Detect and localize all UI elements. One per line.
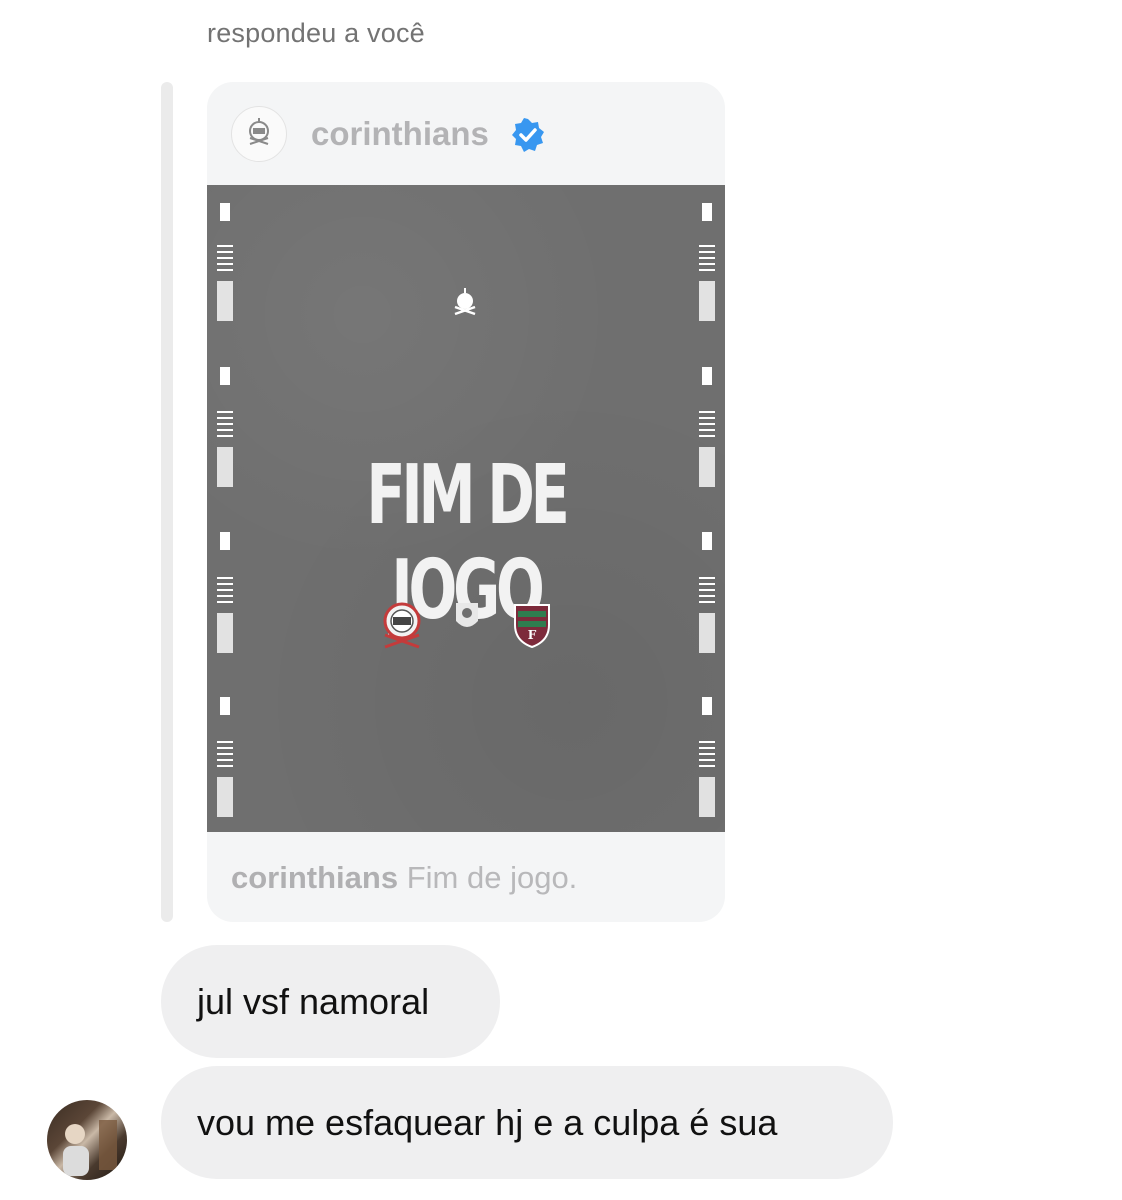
direct-message-thread: respondeu a você corinthians FIM DE JOGO… [0,0,1122,1200]
corinthians-crest-icon [249,118,269,145]
brasileirao-logo [444,599,490,651]
svg-text:F: F [528,628,537,642]
sender-avatar[interactable] [47,1100,127,1180]
shared-post-card[interactable]: corinthians FIM DE JOGO F corinthians Fi… [207,82,725,922]
shared-post-caption: corinthians Fim de jogo. [231,860,577,896]
right-decorative-strip [699,203,715,817]
corinthians-crest-icon [383,602,421,649]
message-text: vou me esfaquear hj e a culpa é sua [197,1101,778,1143]
match-logos: F [379,595,555,655]
corinthians-small-crest-icon [454,288,476,316]
post-author-avatar[interactable] [231,106,287,162]
brasileirao-shield-icon [456,603,478,627]
left-decorative-strip [217,203,233,817]
reply-quote-bar [161,82,173,922]
reply-context-label: respondeu a você [207,18,425,48]
post-author-username[interactable]: corinthians [311,115,489,153]
message-bubble[interactable]: vou me esfaquear hj e a culpa é sua [161,1066,893,1179]
verified-badge-icon [512,118,544,152]
caption-username[interactable]: corinthians [231,860,398,895]
fluminense-crest-icon: F [514,604,550,649]
message-bubble[interactable]: jul vsf namoral [161,945,500,1058]
shared-post-image[interactable]: FIM DE JOGO F [207,185,725,832]
shared-post-header[interactable]: corinthians [207,82,725,185]
caption-text: Fim de jogo. [406,860,578,895]
profile-photo-icon [63,1120,117,1176]
message-text: jul vsf namoral [197,980,430,1022]
